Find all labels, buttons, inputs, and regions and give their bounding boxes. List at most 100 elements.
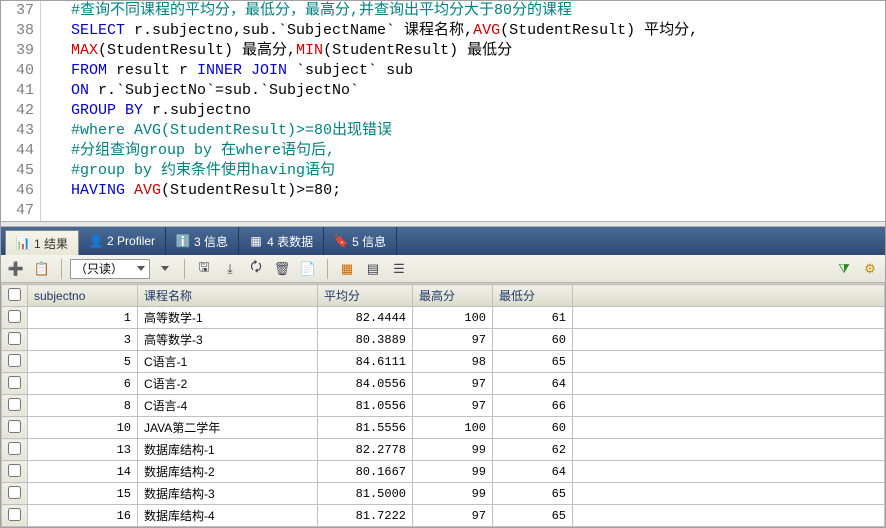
table-row[interactable]: 5C语言-184.61119865 (2, 351, 885, 373)
cell-min[interactable]: 62 (493, 439, 573, 461)
cell-subjectno[interactable]: 16 (28, 505, 138, 527)
table-row[interactable]: 3高等数学-380.38899760 (2, 329, 885, 351)
select-all-header[interactable] (2, 285, 28, 307)
view-text-button[interactable]: ☰ (388, 258, 410, 280)
select-all-checkbox[interactable] (8, 288, 21, 301)
tab-result[interactable]: 📊 1 结果 (5, 230, 79, 255)
cell-max[interactable]: 99 (413, 439, 493, 461)
cell-subjectno[interactable]: 15 (28, 483, 138, 505)
code-line[interactable]: #查询不同课程的平均分，最低分，最高分,并查询出平均分大于80分的课程 (71, 1, 698, 21)
cell-min[interactable]: 60 (493, 417, 573, 439)
col-min[interactable]: 最低分 (493, 285, 573, 307)
row-checkbox-cell[interactable] (2, 307, 28, 329)
row-checkbox[interactable] (8, 398, 21, 411)
cell-min[interactable]: 65 (493, 351, 573, 373)
table-row[interactable]: 13数据库结构-182.27789962 (2, 439, 885, 461)
cell-avg[interactable]: 80.3889 (318, 329, 413, 351)
cell-max[interactable]: 99 (413, 461, 493, 483)
cell-name[interactable]: 高等数学-3 (138, 329, 318, 351)
cell-name[interactable]: 数据库结构-2 (138, 461, 318, 483)
view-form-button[interactable]: ▤ (362, 258, 384, 280)
cell-name[interactable]: C语言-2 (138, 373, 318, 395)
import-button[interactable]: ⤓ (219, 258, 241, 280)
row-checkbox[interactable] (8, 310, 21, 323)
cell-name[interactable]: JAVA第二学年 (138, 417, 318, 439)
tab-profiler[interactable]: 👤 2 Profiler (79, 227, 166, 255)
chevron-down-icon[interactable] (154, 258, 176, 280)
cell-min[interactable]: 60 (493, 329, 573, 351)
settings-button[interactable]: ⚙ (859, 258, 881, 280)
tab-tabledata[interactable]: ▦ 4 表数据 (239, 227, 324, 255)
cell-name[interactable]: C语言-4 (138, 395, 318, 417)
code-line[interactable]: MAX(StudentResult) 最高分,MIN(StudentResult… (71, 41, 698, 61)
export-button[interactable]: 🖫 (193, 258, 215, 280)
col-avg[interactable]: 平均分 (318, 285, 413, 307)
cell-max[interactable]: 97 (413, 395, 493, 417)
table-row[interactable]: 8C语言-481.05569766 (2, 395, 885, 417)
row-checkbox-cell[interactable] (2, 505, 28, 527)
code-line[interactable]: SELECT r.subjectno,sub.`SubjectName` 课程名… (71, 21, 698, 41)
row-checkbox[interactable] (8, 464, 21, 477)
row-checkbox-cell[interactable] (2, 461, 28, 483)
filter-button[interactable]: ⧩ (833, 258, 855, 280)
row-checkbox[interactable] (8, 442, 21, 455)
table-row[interactable]: 10JAVA第二学年81.555610060 (2, 417, 885, 439)
cell-avg[interactable]: 81.0556 (318, 395, 413, 417)
cell-subjectno[interactable]: 10 (28, 417, 138, 439)
cell-max[interactable]: 97 (413, 505, 493, 527)
result-grid[interactable]: subjectno 课程名称 平均分 最高分 最低分 1高等数学-182.444… (1, 284, 885, 527)
cell-max[interactable]: 97 (413, 373, 493, 395)
cell-avg[interactable]: 84.6111 (318, 351, 413, 373)
cell-subjectno[interactable]: 3 (28, 329, 138, 351)
row-checkbox-cell[interactable] (2, 417, 28, 439)
result-grid-wrap[interactable]: subjectno 课程名称 平均分 最高分 最低分 1高等数学-182.444… (1, 283, 885, 527)
row-checkbox[interactable] (8, 332, 21, 345)
cell-avg[interactable]: 81.5000 (318, 483, 413, 505)
cell-max[interactable]: 98 (413, 351, 493, 373)
cell-max[interactable]: 100 (413, 417, 493, 439)
row-checkbox[interactable] (8, 354, 21, 367)
code-line[interactable]: FROM result r INNER JOIN `subject` sub (71, 61, 698, 81)
cell-max[interactable]: 99 (413, 483, 493, 505)
cell-avg[interactable]: 84.0556 (318, 373, 413, 395)
code-lines[interactable]: #查询不同课程的平均分，最低分，最高分,并查询出平均分大于80分的课程SELEC… (41, 1, 698, 221)
cell-name[interactable]: 数据库结构-3 (138, 483, 318, 505)
code-line[interactable]: ON r.`SubjectNo`=sub.`SubjectNo` (71, 81, 698, 101)
cell-min[interactable]: 64 (493, 373, 573, 395)
edit-mode-select[interactable]: （只读） (70, 259, 150, 279)
cell-subjectno[interactable]: 13 (28, 439, 138, 461)
cell-name[interactable]: C语言-1 (138, 351, 318, 373)
cell-subjectno[interactable]: 5 (28, 351, 138, 373)
row-checkbox-cell[interactable] (2, 329, 28, 351)
col-max[interactable]: 最高分 (413, 285, 493, 307)
tab-info5[interactable]: 🔖 5 信息 (324, 227, 397, 255)
cell-subjectno[interactable]: 8 (28, 395, 138, 417)
cell-min[interactable]: 65 (493, 505, 573, 527)
code-line[interactable]: #分组查询group by 在where语句后, (71, 141, 698, 161)
cell-name[interactable]: 数据库结构-1 (138, 439, 318, 461)
duplicate-row-button[interactable]: 📋 (31, 258, 53, 280)
copy-button[interactable]: 📄 (297, 258, 319, 280)
row-checkbox[interactable] (8, 508, 21, 521)
cell-subjectno[interactable]: 14 (28, 461, 138, 483)
cell-avg[interactable]: 80.1667 (318, 461, 413, 483)
cell-avg[interactable]: 82.4444 (318, 307, 413, 329)
code-line[interactable]: #group by 约束条件使用having语句 (71, 161, 698, 181)
table-row[interactable]: 16数据库结构-481.72229765 (2, 505, 885, 527)
table-row[interactable]: 6C语言-284.05569764 (2, 373, 885, 395)
add-row-button[interactable]: ➕ (5, 258, 27, 280)
cell-min[interactable]: 65 (493, 483, 573, 505)
view-grid-button[interactable]: ▦ (336, 258, 358, 280)
cell-name[interactable]: 高等数学-1 (138, 307, 318, 329)
row-checkbox-cell[interactable] (2, 483, 28, 505)
table-row[interactable]: 14数据库结构-280.16679964 (2, 461, 885, 483)
col-subjectno[interactable]: subjectno (28, 285, 138, 307)
row-checkbox-cell[interactable] (2, 351, 28, 373)
row-checkbox-cell[interactable] (2, 373, 28, 395)
row-checkbox-cell[interactable] (2, 439, 28, 461)
cell-min[interactable]: 66 (493, 395, 573, 417)
code-line[interactable]: HAVING AVG(StudentResult)>=80; (71, 181, 698, 201)
tab-info[interactable]: ℹ️ 3 信息 (166, 227, 239, 255)
delete-button[interactable]: 🗑 (271, 258, 293, 280)
refresh-button[interactable]: 🗘 (245, 258, 267, 280)
